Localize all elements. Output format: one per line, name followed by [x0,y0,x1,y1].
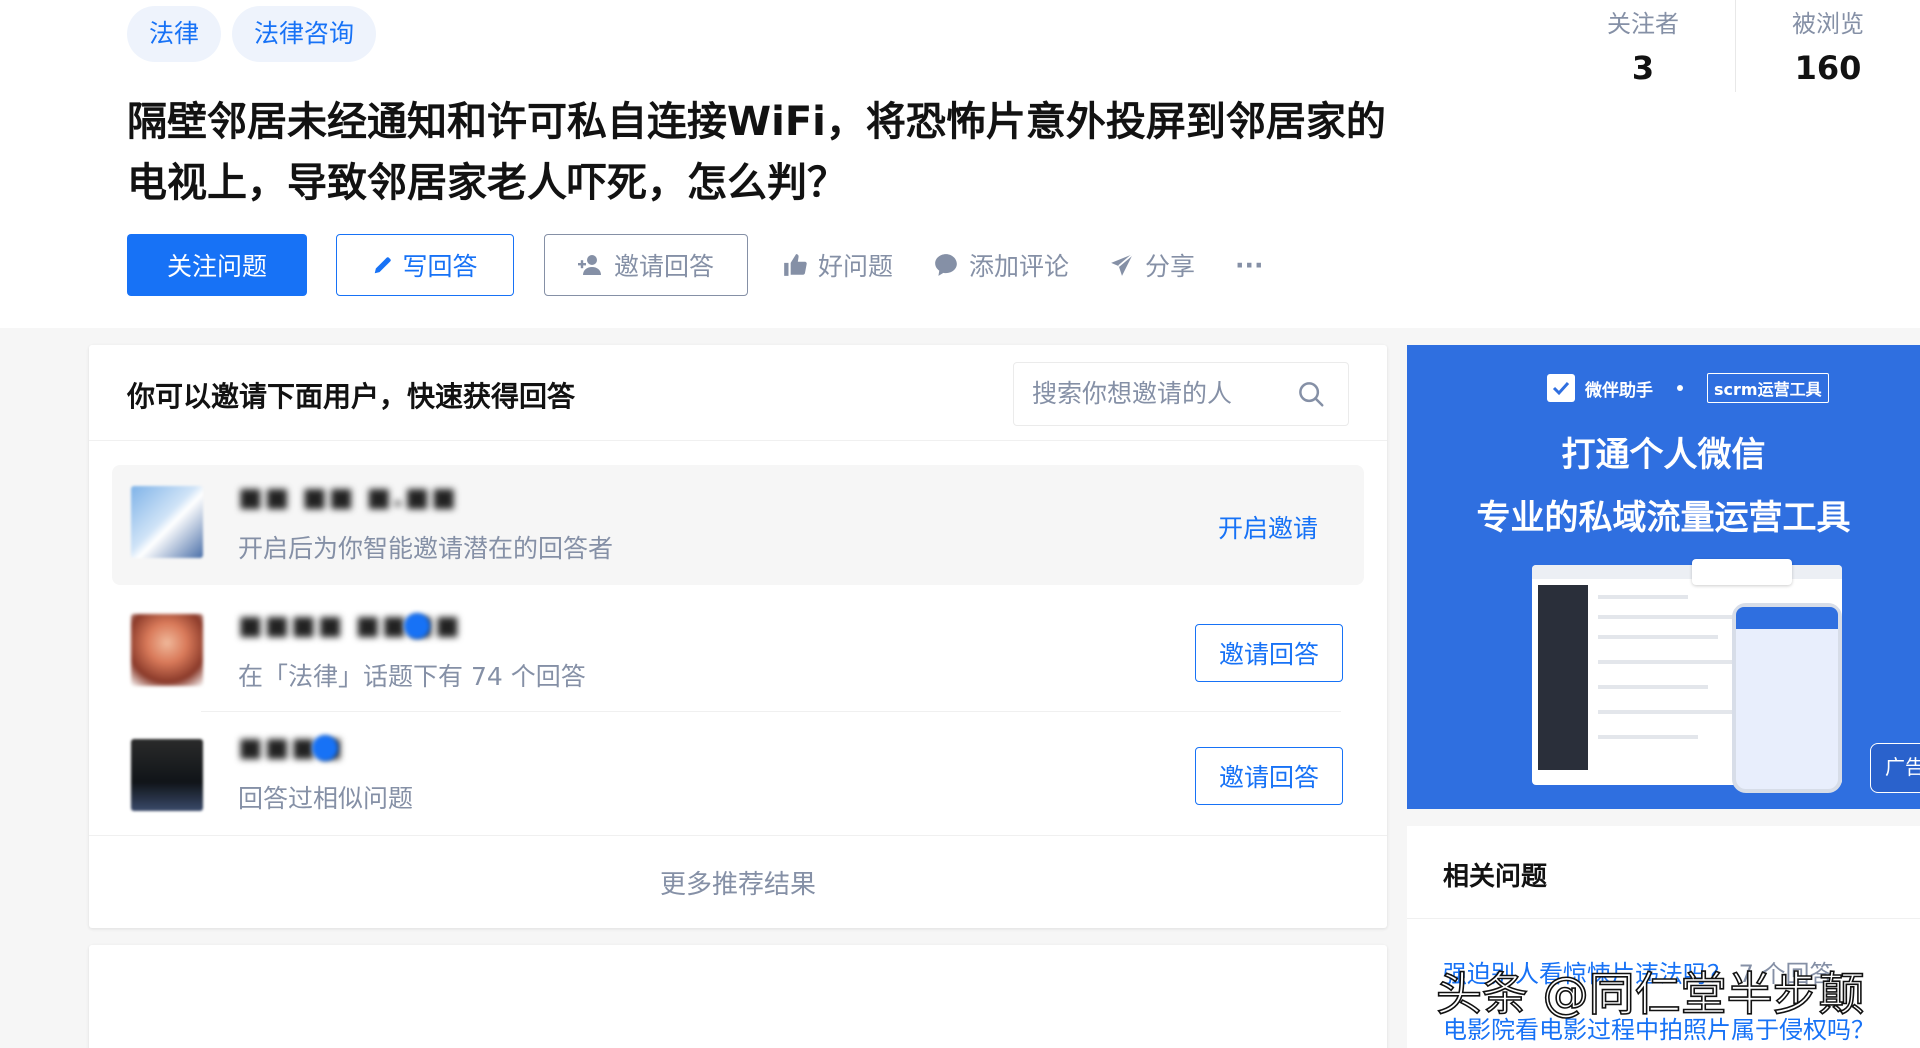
topic-tag-law[interactable]: 法律 [127,6,222,62]
invite-card: 你可以邀请下面用户，快速获得回答 ■■ ■■ ■.■■ 开启后为你智能邀请潜在的… [89,345,1387,928]
more-results-button[interactable]: 更多推荐结果 [89,835,1387,928]
advertisement-banner[interactable]: 微伴助手 scrm运营工具 打通个人微信 专业的私域流量运营工具 广告 [1407,345,1920,809]
topic-tags: 法律 法律咨询 [127,6,377,62]
question-stats: 关注者 3 被浏览 160 [1551,0,1920,92]
user-description: 开启后为你智能邀请潜在的回答者 [238,534,614,563]
share-label: 分享 [1145,252,1196,281]
invite-user-button[interactable]: 邀请回答 [1195,747,1343,805]
ad-tag: scrm运营工具 [1707,373,1829,403]
avatar [131,614,203,686]
ad-mockup-bubble [1692,559,1792,585]
avatar [131,739,203,811]
ad-headline: 打通个人微信 [1561,435,1766,475]
pencil-icon [372,254,394,276]
add-user-icon [577,254,604,276]
user-description: 回答过相似问题 [238,784,414,813]
ad-brand-name: 微伴助手 [1585,380,1653,401]
question-actions: 关注问题 写回答 邀请回答 好问题 添加评论 分享 ··· [127,234,1264,296]
invite-user-row: ■■■■ 回答过相似问题 邀请回答 [112,715,1364,835]
write-answer-label: 写回答 [402,252,478,281]
followers-label: 关注者 [1607,10,1679,38]
separator-dot [1677,385,1683,391]
ad-phone-mockup [1732,603,1842,793]
views-stat: 被浏览 160 [1736,0,1920,92]
ad-label: 广告 [1870,743,1920,793]
ad-brand: 微伴助手 scrm运营工具 [1547,373,1829,403]
question-header: 法律 法律咨询 隔壁邻居未经通知和许可私自连接WiFi，将恐怖片意外投屏到邻居家… [0,0,1920,328]
write-answer-button[interactable]: 写回答 [336,234,514,296]
follow-question-button[interactable]: 关注问题 [127,234,307,296]
watermark: 头条 @同仁堂半步颠 [1435,966,1865,1022]
invite-title: 你可以邀请下面用户，快速获得回答 [127,380,576,413]
ad-subheadline: 专业的私域流量运营工具 [1476,498,1851,538]
avatar [131,486,203,558]
invite-user-button[interactable]: 邀请回答 [1195,624,1343,682]
invite-answer-label: 邀请回答 [613,252,714,281]
open-smart-invite-link[interactable]: 开启邀请 [1218,509,1318,545]
add-comment-button[interactable]: 添加评论 [933,247,1069,283]
related-title: 相关问题 [1443,862,1548,892]
search-icon[interactable] [1296,379,1326,413]
verified-badge-icon [312,735,338,761]
question-title: 隔壁邻居未经通知和许可私自连接WiFi，将恐怖片意外投屏到邻居家的电视上，导致邻… [127,99,1386,206]
followers-count: 3 [1631,49,1655,87]
more-actions-button[interactable]: ··· [1235,251,1264,280]
related-divider [1407,918,1920,919]
invite-user-row: ■■ ■■ ■.■■ 开启后为你智能邀请潜在的回答者 开启邀请 [112,465,1364,585]
thumbs-up-icon [782,252,808,278]
invite-search-input[interactable] [1032,363,1292,423]
good-question-label: 好问题 [818,252,894,281]
good-question-button[interactable]: 好问题 [782,247,893,283]
topic-tag-legal-consult[interactable]: 法律咨询 [232,6,377,62]
share-button[interactable]: 分享 [1109,247,1195,283]
verified-badge-icon [404,613,430,639]
views-count: 160 [1794,49,1862,87]
answers-card [89,945,1387,1048]
followers-stat: 关注者 3 [1551,0,1735,92]
invite-user-row: ■■■■ ■■■■ 在「法律」话题下有 74 个回答 邀请回答 [112,593,1364,713]
add-comment-label: 添加评论 [969,252,1070,281]
invite-answer-button[interactable]: 邀请回答 [544,234,748,296]
user-description: 在「法律」话题下有 74 个回答 [238,662,586,691]
invite-card-header: 你可以邀请下面用户，快速获得回答 [89,345,1387,441]
paper-plane-icon [1109,252,1135,278]
invite-search-box [1013,362,1349,426]
comment-icon [933,252,959,278]
check-icon [1547,374,1575,402]
row-divider [201,711,1341,712]
user-name: ■■ ■■ ■.■■ [238,483,458,513]
views-label: 被浏览 [1792,10,1864,38]
